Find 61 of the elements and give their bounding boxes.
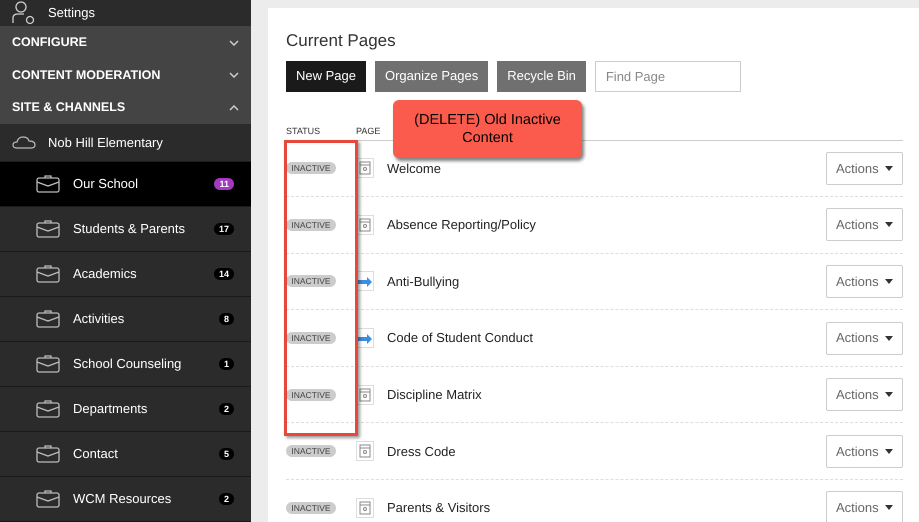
actions-dropdown[interactable]: Actions <box>826 491 903 522</box>
count-badge: 14 <box>214 268 234 280</box>
page-title-link[interactable]: Parents & Visitors <box>387 498 826 518</box>
count-badge: 8 <box>218 313 234 325</box>
toolbar-button[interactable]: New Page <box>286 60 366 92</box>
briefcase-icon <box>36 354 60 374</box>
actions-dropdown[interactable]: Actions <box>826 322 903 355</box>
count-badge: 1 <box>218 358 234 370</box>
caret-icon <box>885 448 893 454</box>
status-badge: INACTIVE <box>286 502 336 514</box>
count-badge: 2 <box>218 493 234 505</box>
status-badge: INACTIVE <box>286 162 336 174</box>
callout-note: (DELETE) Old Inactive Content <box>393 100 582 158</box>
status-badge: INACTIVE <box>286 388 336 401</box>
briefcase-icon <box>36 309 60 329</box>
page-title-link[interactable]: Welcome <box>387 158 826 178</box>
page-title-link[interactable]: Anti-Bullying <box>387 272 826 292</box>
status-badge: INACTIVE <box>286 275 336 288</box>
cloud-icon <box>12 135 36 150</box>
caret-icon <box>885 166 893 171</box>
status-badge: INACTIVE <box>286 445 336 458</box>
caret-icon <box>885 278 893 284</box>
caret-icon <box>885 392 893 398</box>
briefcase-icon <box>36 219 60 239</box>
channel-item[interactable]: Our School 11 <box>0 162 251 207</box>
page-title-link[interactable]: Code of Student Conduct <box>387 328 826 348</box>
actions-dropdown[interactable]: Actions <box>826 152 903 185</box>
page-title-link[interactable]: Discipline Matrix <box>387 384 826 404</box>
briefcase-icon <box>36 264 60 284</box>
settings-link[interactable]: Settings <box>48 3 95 23</box>
actions-dropdown[interactable]: Actions <box>826 264 903 298</box>
count-badge: 5 <box>218 448 234 460</box>
status-badge: INACTIVE <box>286 332 336 344</box>
actions-dropdown[interactable]: Actions <box>826 434 903 468</box>
user-settings-icon <box>12 1 36 26</box>
page-icon <box>356 498 374 518</box>
briefcase-icon <box>36 174 60 194</box>
section-header[interactable]: CONTENT MODERATION <box>0 58 251 92</box>
actions-dropdown[interactable]: Actions <box>826 378 903 412</box>
page-title-link[interactable]: Dress Code <box>387 442 826 462</box>
status-badge: INACTIVE <box>286 218 336 231</box>
page-title: Current Pages <box>286 30 397 52</box>
count-badge: 17 <box>214 223 234 235</box>
toolbar-button[interactable]: Organize Pages <box>374 60 488 92</box>
section-header[interactable]: SITE & CHANNELS <box>0 91 251 124</box>
toolbar-button[interactable]: Recycle Bin <box>497 60 586 92</box>
caret-icon <box>885 336 893 341</box>
find-page-field[interactable]: Find Page <box>594 60 741 92</box>
briefcase-icon <box>36 489 60 509</box>
column-header: PAGE <box>356 124 380 138</box>
page-title-link[interactable]: Absence Reporting/Policy <box>387 215 826 235</box>
briefcase-icon <box>36 444 60 464</box>
section-header[interactable]: CONFIGURE <box>0 26 251 59</box>
briefcase-icon <box>36 399 60 419</box>
count-badge: 11 <box>214 178 234 190</box>
count-badge: 2 <box>218 403 234 415</box>
column-header: STATUS <box>286 124 322 138</box>
page-icon <box>356 441 374 462</box>
actions-dropdown[interactable]: Actions <box>826 208 903 242</box>
caret-icon <box>885 505 893 510</box>
caret-icon <box>885 222 893 228</box>
